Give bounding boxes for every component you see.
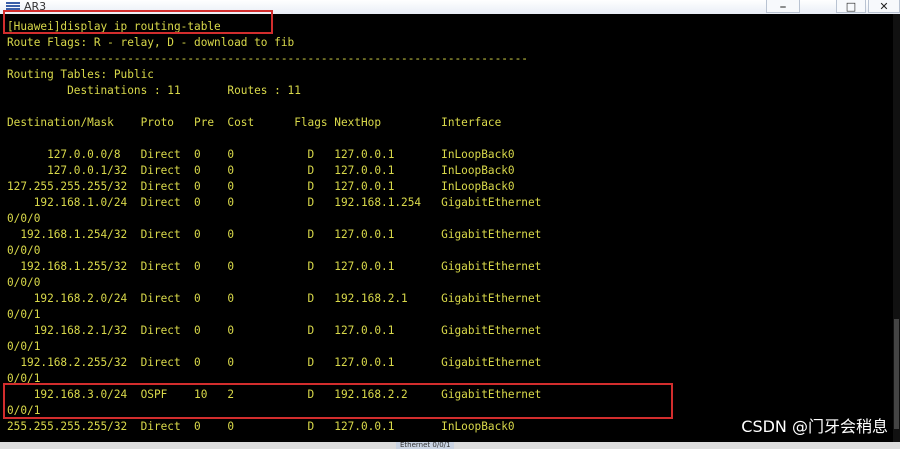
interface-tab[interactable]: Ethernet 0/0/1 bbox=[396, 442, 455, 449]
terminal-line: 127.0.0.1/32 Direct 0 0 D 127.0.0.1 InLo… bbox=[7, 164, 515, 177]
terminal-line: 0/0/1 bbox=[7, 340, 41, 353]
terminal-line: ----------------------------------------… bbox=[7, 52, 528, 65]
command-highlight-box bbox=[3, 10, 273, 34]
terminal-line: 0/0/0 bbox=[7, 244, 41, 257]
terminal-line: Routing Tables: Public bbox=[7, 68, 154, 81]
vertical-scrollbar[interactable] bbox=[893, 14, 900, 442]
maximize-button[interactable]: □ bbox=[836, 0, 866, 13]
terminal-line: 192.168.2.255/32 Direct 0 0 D 127.0.0.1 … bbox=[7, 356, 542, 369]
terminal-line: 0/0/0 bbox=[7, 276, 41, 289]
terminal-line: 192.168.2.1/32 Direct 0 0 D 127.0.0.1 Gi… bbox=[7, 324, 542, 337]
close-button[interactable]: ✕ bbox=[868, 0, 900, 13]
terminal-line: Route Flags: R - relay, D - download to … bbox=[7, 36, 295, 49]
terminal-line: 127.255.255.255/32 Direct 0 0 D 127.0.0.… bbox=[7, 180, 515, 193]
terminal-line: 192.168.2.0/24 Direct 0 0 D 192.168.2.1 … bbox=[7, 292, 542, 305]
minimize-button[interactable]: ⎯ bbox=[766, 0, 800, 13]
status-bar: Ethernet 0/0/1 bbox=[0, 442, 900, 449]
terminal-line: 0/0/1 bbox=[7, 308, 41, 321]
terminal-output: [Huawei]display ip routing-table Route F… bbox=[7, 19, 541, 435]
scrollbar-thumb[interactable] bbox=[894, 319, 899, 429]
ospf-route-highlight-box bbox=[3, 383, 673, 419]
terminal-line: 192.168.1.254/32 Direct 0 0 D 127.0.0.1 … bbox=[7, 228, 542, 241]
terminal-line: 0/0/0 bbox=[7, 212, 41, 225]
terminal-line: Destinations : 11 Routes : 11 bbox=[7, 84, 301, 97]
terminal-line: 255.255.255.255/32 Direct 0 0 D 127.0.0.… bbox=[7, 420, 515, 433]
terminal-line: 192.168.1.0/24 Direct 0 0 D 192.168.1.25… bbox=[7, 196, 542, 209]
terminal-line: Destination/Mask Proto Pre Cost Flags Ne… bbox=[7, 116, 502, 129]
terminal-line: 192.168.1.255/32 Direct 0 0 D 127.0.0.1 … bbox=[7, 260, 542, 273]
terminal-line: 127.0.0.0/8 Direct 0 0 D 127.0.0.1 InLoo… bbox=[7, 148, 515, 161]
watermark: CSDN @门牙会稍息 bbox=[741, 417, 888, 436]
terminal-console[interactable]: [Huawei]display ip routing-table Route F… bbox=[0, 10, 900, 442]
